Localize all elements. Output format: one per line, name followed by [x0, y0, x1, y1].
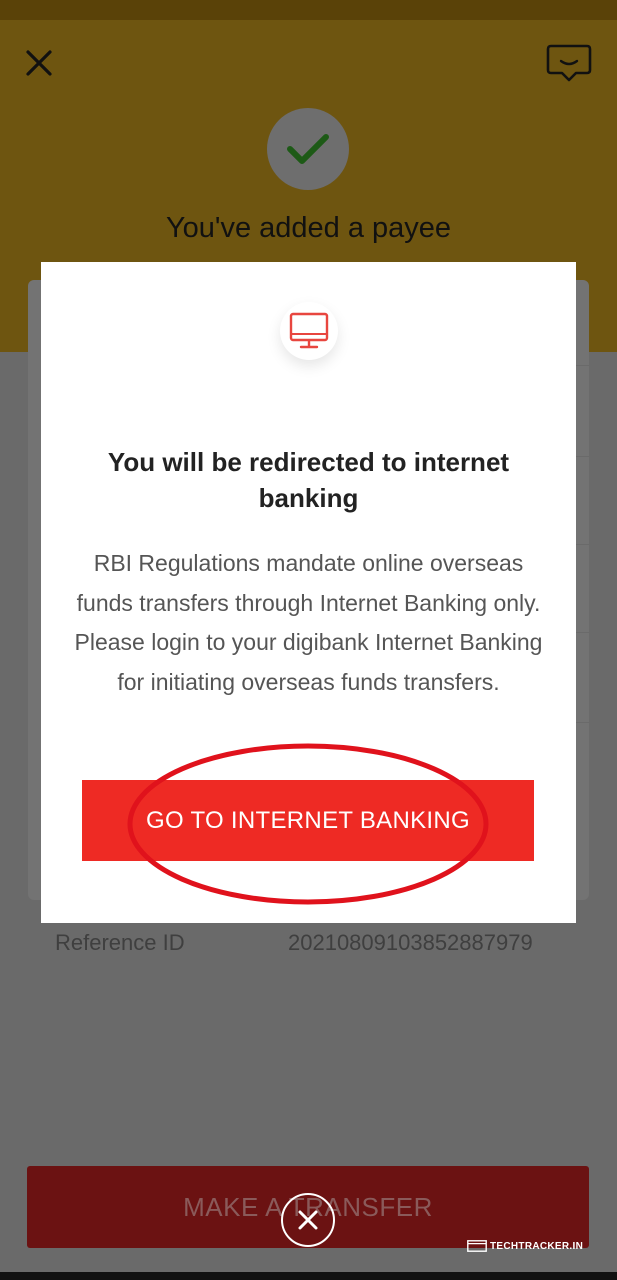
checkmark-icon	[287, 134, 329, 164]
dialog-title: You will be redirected to internet banki…	[107, 447, 510, 513]
dialog-message: RBI Regulations mandate online overseas …	[74, 550, 543, 695]
chat-icon[interactable]	[546, 42, 592, 84]
page-title: You've added a payee	[165, 212, 452, 244]
browser-window-icon	[467, 1240, 487, 1252]
close-icon	[298, 1210, 318, 1230]
monitor-icon-badge	[280, 302, 338, 360]
watermark: TECHTRACKER.IN	[467, 1238, 583, 1254]
close-icon[interactable]	[20, 44, 58, 82]
dismiss-overlay-button[interactable]	[281, 1193, 335, 1247]
system-nav-bar	[0, 1272, 617, 1280]
reference-id-value: 20210809103852887979	[288, 930, 533, 955]
go-to-internet-banking-button[interactable]: GO TO INTERNET BANKING	[82, 780, 534, 861]
status-bar	[0, 0, 617, 20]
reference-id-label: Reference ID	[55, 930, 185, 955]
redirect-dialog: You will be redirected to internet banki…	[41, 262, 576, 923]
success-check-badge	[267, 108, 349, 190]
watermark-text: TECHTRACKER.IN	[490, 1240, 584, 1252]
monitor-icon	[289, 312, 329, 349]
